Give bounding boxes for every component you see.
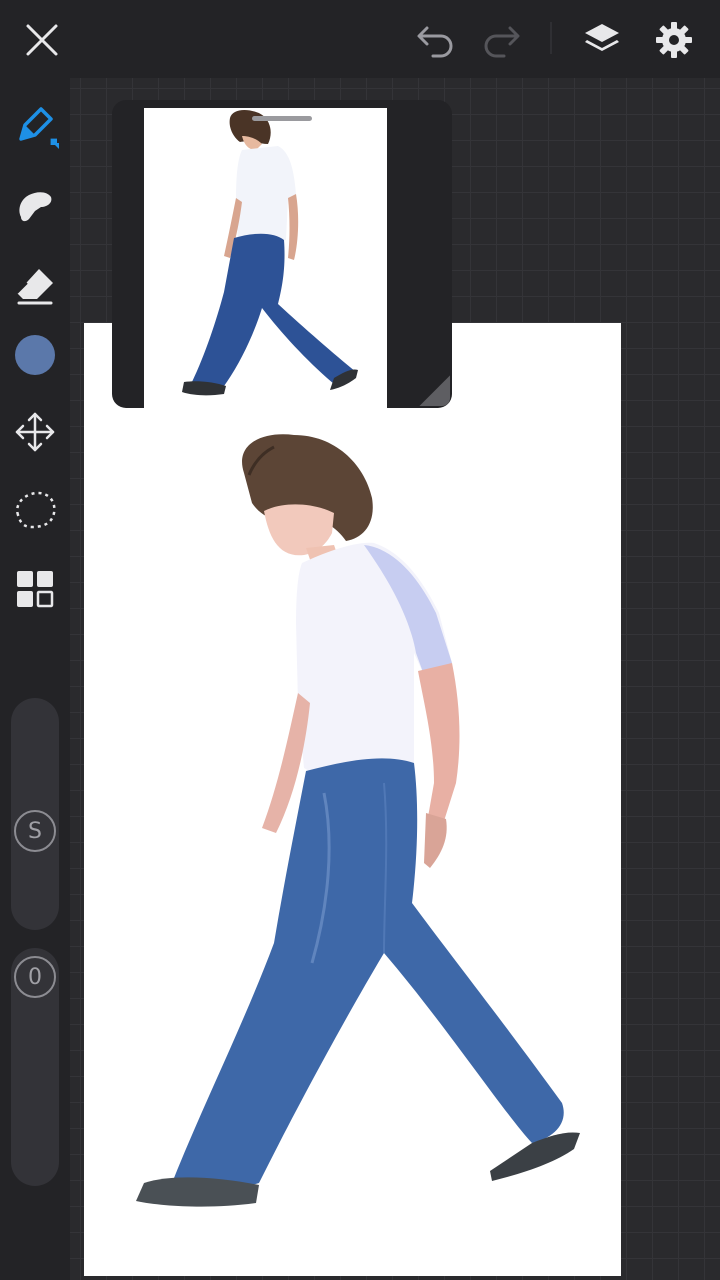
brush-size-slider[interactable]: S bbox=[11, 698, 59, 930]
selection-tool-button[interactable] bbox=[8, 482, 62, 536]
lasso-selection-icon bbox=[15, 491, 56, 529]
smudge-finger-icon bbox=[19, 192, 52, 222]
settings-button[interactable] bbox=[648, 14, 700, 66]
undo-arrow-icon bbox=[417, 26, 453, 58]
gallery-tool-button[interactable] bbox=[8, 562, 62, 616]
close-icon bbox=[26, 24, 58, 56]
color-swatch bbox=[15, 335, 55, 375]
drawing-canvas[interactable] bbox=[84, 323, 621, 1276]
opacity-label: 0 bbox=[28, 964, 42, 990]
painting-walking-person bbox=[136, 434, 580, 1207]
reference-image[interactable] bbox=[144, 108, 387, 408]
reference-drag-handle[interactable] bbox=[252, 116, 312, 121]
opacity-knob[interactable]: 0 bbox=[14, 956, 56, 998]
drawing-app: S 0 bbox=[0, 0, 720, 1280]
move-arrows-icon bbox=[15, 412, 55, 452]
brush-size-label: S bbox=[28, 818, 42, 844]
eraser-tool-button[interactable] bbox=[8, 258, 62, 312]
resize-corner-icon bbox=[417, 373, 451, 407]
opacity-slider[interactable]: 0 bbox=[11, 948, 59, 1186]
layers-icon bbox=[585, 24, 619, 51]
brush-pen-icon bbox=[19, 107, 59, 149]
grid-tiles-icon bbox=[17, 571, 54, 608]
transform-tool-button[interactable] bbox=[8, 405, 62, 459]
toolbar-divider bbox=[550, 22, 552, 54]
layers-button[interactable] bbox=[576, 14, 628, 66]
brush-size-knob[interactable]: S bbox=[14, 810, 56, 852]
left-toolbar: S 0 bbox=[0, 78, 70, 1280]
reference-resize-handle[interactable] bbox=[412, 368, 452, 408]
top-toolbar bbox=[0, 0, 720, 78]
reference-photo-walking-person bbox=[182, 110, 358, 396]
brush-tool-button[interactable] bbox=[8, 98, 62, 152]
redo-button[interactable] bbox=[475, 14, 527, 66]
smudge-tool-button[interactable] bbox=[8, 178, 62, 232]
redo-arrow-icon bbox=[484, 26, 520, 58]
color-swatch-button[interactable] bbox=[8, 328, 62, 382]
eraser-icon bbox=[16, 269, 53, 305]
close-button[interactable] bbox=[16, 14, 68, 66]
undo-button[interactable] bbox=[410, 14, 462, 66]
gear-icon bbox=[656, 22, 692, 58]
